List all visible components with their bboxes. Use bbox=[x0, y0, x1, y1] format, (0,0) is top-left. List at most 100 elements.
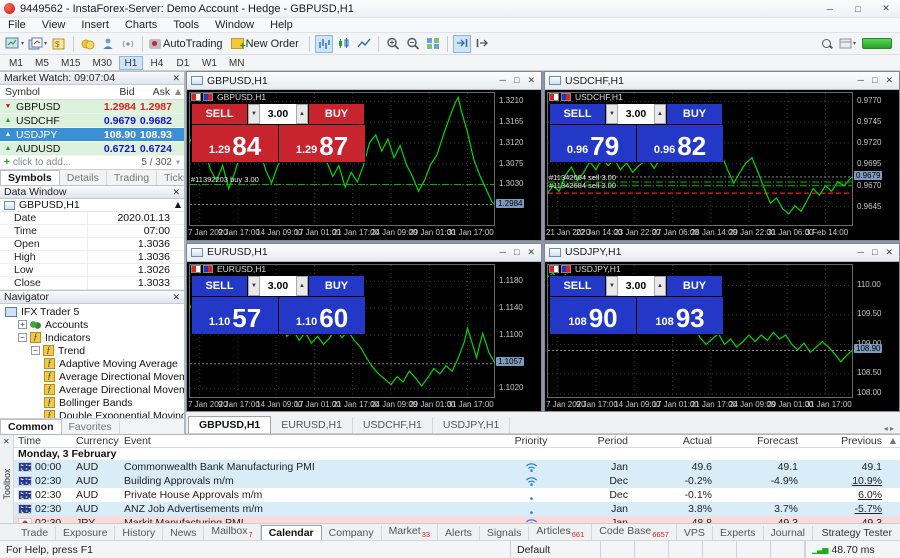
line-chart-type-icon[interactable] bbox=[355, 35, 373, 53]
scroll-up-icon[interactable]: ▲ bbox=[172, 86, 184, 98]
volume-stepper[interactable]: ▼ 3.00 ▲ bbox=[248, 104, 308, 124]
chart-tab-usdchf[interactable]: USDCHF,H1 bbox=[353, 417, 433, 433]
menu-item-help[interactable]: Help bbox=[262, 18, 301, 33]
toolbox-tab-news[interactable]: News bbox=[163, 526, 205, 540]
volume-decrease-icon[interactable]: ▼ bbox=[606, 275, 618, 296]
menu-item-file[interactable]: File bbox=[0, 18, 34, 33]
calendar-event-row[interactable]: 00:00 AUD Commonwealth Bank Manufacturing … bbox=[14, 460, 900, 474]
maximize-icon[interactable]: □ bbox=[514, 75, 519, 86]
toolbox-tab-journal[interactable]: Journal bbox=[764, 526, 813, 540]
market-watch-add-row[interactable]: + click to add... 5 / 302 ▼ bbox=[0, 156, 184, 169]
auto-scroll-icon[interactable] bbox=[452, 34, 471, 53]
chart-window-titlebar[interactable]: USDJPY,H1 ─ □ ✕ bbox=[545, 243, 899, 262]
maximize-icon[interactable]: □ bbox=[872, 75, 877, 86]
toolbox-tab-calendar[interactable]: Calendar bbox=[260, 525, 322, 540]
autotrading-button[interactable]: AutoTrading bbox=[148, 35, 228, 53]
sell-price-panel[interactable]: 0.96 79 bbox=[550, 125, 636, 162]
scroll-up-icon[interactable]: ▲ bbox=[886, 435, 900, 447]
tab-trading[interactable]: Trading bbox=[107, 171, 158, 185]
chart-window-titlebar[interactable]: GBPUSD,H1 ─ □ ✕ bbox=[187, 72, 541, 90]
volume-increase-icon[interactable]: ▲ bbox=[654, 275, 666, 296]
one-click-trading-icon[interactable] bbox=[561, 93, 571, 101]
one-click-trading-icon[interactable] bbox=[561, 264, 571, 273]
close-icon[interactable]: ✕ bbox=[172, 187, 180, 198]
sell-button[interactable]: SELL bbox=[192, 104, 247, 124]
navigator-item[interactable]: ƒ Bollinger Bands bbox=[0, 396, 184, 409]
toolbox-tab-alerts[interactable]: Alerts bbox=[438, 526, 480, 540]
scroll-up-icon[interactable]: ▲ bbox=[172, 199, 184, 211]
timeframe-button-mn[interactable]: MN bbox=[224, 56, 250, 70]
menu-item-view[interactable]: View bbox=[34, 18, 74, 33]
chart-shift-icon[interactable] bbox=[473, 35, 491, 53]
close-icon[interactable]: ✕ bbox=[885, 247, 893, 258]
close-icon[interactable]: ✕ bbox=[527, 247, 535, 258]
sell-button[interactable]: SELL bbox=[550, 104, 605, 124]
minimize-icon[interactable]: ─ bbox=[816, 0, 844, 17]
close-icon[interactable]: ✕ bbox=[172, 73, 180, 84]
timeframe-button-h4[interactable]: H4 bbox=[145, 56, 169, 70]
zoom-out-icon[interactable] bbox=[404, 35, 422, 53]
volume-decrease-icon[interactable]: ▼ bbox=[248, 275, 260, 296]
bar-chart-type-icon[interactable] bbox=[314, 34, 333, 53]
column-ask[interactable]: Ask bbox=[135, 86, 173, 98]
menu-item-tools[interactable]: Tools bbox=[165, 18, 207, 33]
tab-details[interactable]: Details bbox=[60, 171, 107, 185]
close-icon[interactable]: ✕ bbox=[885, 75, 893, 86]
column-bid[interactable]: Bid bbox=[87, 86, 134, 98]
maximize-icon[interactable]: □ bbox=[514, 247, 519, 258]
buy-price-panel[interactable]: 1.10 60 bbox=[279, 296, 365, 334]
calendar-event-row[interactable]: 02:30 AUD ANZ Job Advertisements m/m Jan 3.8… bbox=[14, 502, 900, 516]
chart-tab-eurusd[interactable]: EURUSD,H1 bbox=[271, 417, 353, 433]
buy-price-panel[interactable]: 0.96 82 bbox=[637, 125, 723, 162]
one-click-trading-icon[interactable] bbox=[203, 93, 213, 101]
navigator-item[interactable]: + Accounts bbox=[0, 318, 184, 331]
scroll-down-icon[interactable]: ▼ bbox=[172, 160, 184, 166]
new-order-button[interactable]: New Order bbox=[230, 35, 304, 53]
maximize-icon[interactable]: □ bbox=[872, 247, 877, 258]
volume-increase-icon[interactable]: ▲ bbox=[654, 104, 666, 124]
depth-of-market-icon[interactable] bbox=[549, 93, 559, 101]
tab-favorites[interactable]: Favorites bbox=[62, 420, 120, 434]
tile-windows-icon[interactable] bbox=[424, 35, 442, 53]
timeframe-button-d1[interactable]: D1 bbox=[171, 56, 195, 70]
column-symbol[interactable]: Symbol bbox=[0, 86, 87, 98]
calendar-event-row[interactable]: 02:30 AUD Private House Approvals m/m Dec -0… bbox=[14, 488, 900, 502]
menu-item-window[interactable]: Window bbox=[207, 18, 262, 33]
chart-window-titlebar[interactable]: EURUSD,H1 ─ □ ✕ bbox=[187, 243, 541, 262]
navigator-item[interactable]: ƒ Average Directional Movement bbox=[0, 370, 184, 383]
chart-tab-usdjpy[interactable]: USDJPY,H1 bbox=[433, 417, 511, 433]
navigator-item[interactable]: − ƒ Trend bbox=[0, 344, 184, 357]
toolbox-tab-signals[interactable]: Signals bbox=[480, 526, 530, 540]
market-watch-row-audusd[interactable]: ▲ AUDUSD 0.6721 0.6724 bbox=[0, 142, 184, 156]
collapse-icon[interactable]: − bbox=[18, 333, 27, 342]
close-icon[interactable]: ✕ bbox=[172, 292, 180, 303]
depth-of-market-icon[interactable] bbox=[191, 93, 201, 101]
calendar-event-row[interactable]: 02:30 AUD Building Approvals m/m Dec -0.2% -4… bbox=[14, 474, 900, 488]
toolbox-tab-vps[interactable]: VPS bbox=[677, 526, 713, 540]
calendar-event-row[interactable]: 02:30 JPY Markit Manufacturing PMI Jan 48.8 4… bbox=[14, 516, 900, 523]
volume-increase-icon[interactable]: ▲ bbox=[296, 275, 308, 296]
strategy-tester-label[interactable]: Strategy Tester bbox=[814, 526, 900, 540]
one-click-trading-icon[interactable] bbox=[203, 264, 213, 273]
buy-button[interactable]: BUY bbox=[667, 104, 722, 124]
sell-price-panel[interactable]: 108 90 bbox=[550, 296, 636, 334]
minimize-icon[interactable]: ─ bbox=[858, 75, 864, 86]
candlestick-chart-type-icon[interactable] bbox=[335, 35, 353, 53]
volume-stepper[interactable]: ▼ 3.00 ▲ bbox=[606, 275, 666, 296]
chart-window-titlebar[interactable]: USDCHF,H1 ─ □ ✕ bbox=[545, 72, 899, 90]
timeframe-button-m15[interactable]: M15 bbox=[56, 56, 85, 70]
toolbox-tab-experts[interactable]: Experts bbox=[713, 526, 764, 540]
menu-item-charts[interactable]: Charts bbox=[117, 18, 165, 33]
sell-button[interactable]: SELL bbox=[550, 275, 605, 296]
toolbox-tab-history[interactable]: History bbox=[115, 526, 164, 540]
sell-price-panel[interactable]: 1.29 84 bbox=[192, 125, 278, 162]
buy-button[interactable]: BUY bbox=[309, 104, 364, 124]
maximize-icon[interactable]: □ bbox=[844, 0, 872, 17]
toolbox-tab-articles[interactable]: Articles661 bbox=[529, 523, 593, 540]
toolbox-tab-company[interactable]: Company bbox=[322, 526, 382, 540]
expand-icon[interactable]: + bbox=[18, 320, 27, 329]
timeframe-button-m30[interactable]: M30 bbox=[87, 56, 116, 70]
sell-button[interactable]: SELL bbox=[192, 275, 247, 296]
minimize-icon[interactable]: ─ bbox=[500, 247, 506, 258]
tab-symbols[interactable]: Symbols bbox=[0, 170, 60, 185]
